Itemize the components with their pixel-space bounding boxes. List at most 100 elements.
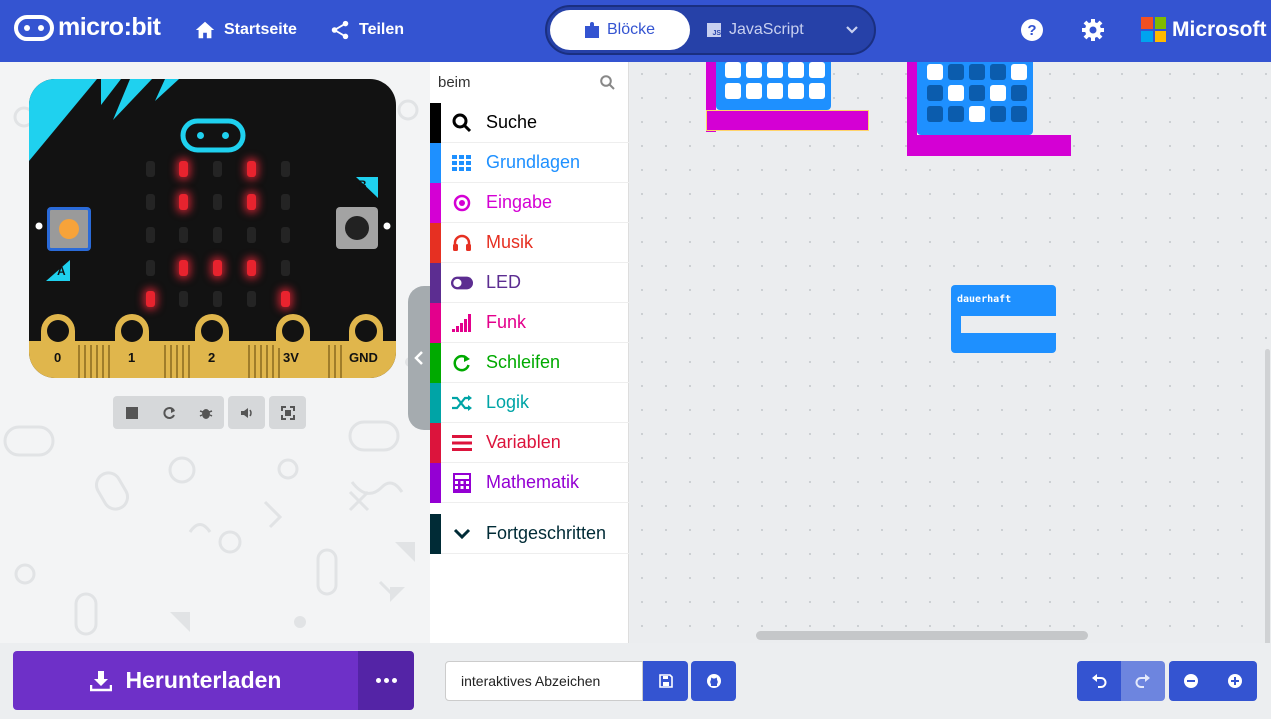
category-color-bar xyxy=(430,462,441,503)
led-cell-on[interactable] xyxy=(1011,64,1027,80)
led-on xyxy=(281,291,290,307)
microbit-logo[interactable]: micro:bit xyxy=(14,13,161,42)
blocks-workspace[interactable]: dauerhaft xyxy=(630,62,1271,643)
stop-button[interactable] xyxy=(113,396,150,429)
led-off xyxy=(213,161,222,177)
led-cell-on[interactable] xyxy=(725,83,741,99)
download-button[interactable]: Herunterladen xyxy=(13,651,358,710)
led-cell-off[interactable] xyxy=(948,106,964,122)
vertical-scrollbar[interactable] xyxy=(1265,349,1270,643)
category-color-bar xyxy=(430,222,441,263)
headphones-icon xyxy=(451,232,473,254)
led-cell-off[interactable] xyxy=(969,85,985,101)
download-icon xyxy=(89,670,112,691)
toolbox: Suche Grundlagen Eingabe Musik LED Funk … xyxy=(430,62,629,643)
partial-event-block-1[interactable] xyxy=(706,62,869,132)
led-off xyxy=(281,260,290,276)
debug-button[interactable] xyxy=(187,396,224,429)
simulator-toolbar xyxy=(113,396,306,429)
pin-label-gnd: GND xyxy=(349,350,378,365)
led-cell-off[interactable] xyxy=(1011,106,1027,122)
stop-icon xyxy=(125,406,138,419)
zoom-in-icon xyxy=(1228,674,1242,688)
undo-icon xyxy=(1092,674,1107,688)
category-variablen[interactable]: Variablen xyxy=(430,422,629,463)
gear-icon[interactable] xyxy=(1081,18,1105,42)
forever-block[interactable]: dauerhaft xyxy=(951,285,1056,353)
category-led[interactable]: LED xyxy=(430,262,629,303)
sound-button[interactable] xyxy=(228,396,265,429)
project-name-input[interactable] xyxy=(445,661,643,701)
led-cell-off[interactable] xyxy=(969,64,985,80)
tab-blocks[interactable]: Blöcke xyxy=(550,10,690,50)
share-link[interactable]: Teilen xyxy=(329,19,404,41)
led-cell-on[interactable] xyxy=(725,62,741,78)
led-cell-on[interactable] xyxy=(969,106,985,122)
javascript-icon: JS xyxy=(707,23,721,37)
toolbox-search xyxy=(430,62,629,102)
category-label: Logik xyxy=(486,392,530,412)
button-a[interactable] xyxy=(47,207,91,251)
category-musik[interactable]: Musik xyxy=(430,222,629,263)
toolbox-search-input[interactable] xyxy=(438,69,598,95)
zoom-in-button[interactable] xyxy=(1213,661,1257,701)
led-cell-off[interactable] xyxy=(927,106,943,122)
help-icon[interactable]: ? xyxy=(1020,18,1044,42)
led-cell-on[interactable] xyxy=(809,83,825,99)
download-label: Herunterladen xyxy=(125,667,282,693)
led-cell-on[interactable] xyxy=(788,62,804,78)
pin-1[interactable] xyxy=(115,314,149,348)
tab-javascript[interactable]: JS JavaScript xyxy=(707,10,827,50)
led-on xyxy=(179,260,188,276)
led-cell-on[interactable] xyxy=(948,85,964,101)
simulator-collapse-handle[interactable] xyxy=(408,286,430,430)
download-more-button[interactable] xyxy=(358,651,414,710)
zoom-out-button[interactable] xyxy=(1169,661,1213,701)
category-schleifen[interactable]: Schleifen xyxy=(430,342,629,383)
search-icon[interactable] xyxy=(600,75,615,90)
led-cell-off[interactable] xyxy=(990,106,1006,122)
led-cell-off[interactable] xyxy=(948,64,964,80)
led-cell-on[interactable] xyxy=(767,83,783,99)
target-icon xyxy=(451,192,473,214)
led-cell-on[interactable] xyxy=(746,62,762,78)
chevron-down-icon[interactable] xyxy=(844,21,860,37)
button-b-cap xyxy=(345,216,369,240)
category-suche[interactable]: Suche xyxy=(430,102,629,143)
led-cell-on[interactable] xyxy=(927,64,943,80)
category-logik[interactable]: Logik xyxy=(430,382,629,423)
category-eingabe[interactable]: Eingabe xyxy=(430,182,629,223)
category-grundlagen[interactable]: Grundlagen xyxy=(430,142,629,183)
category-funk[interactable]: Funk xyxy=(430,302,629,343)
zoom-group xyxy=(1169,661,1257,701)
led-cell-on[interactable] xyxy=(767,62,783,78)
simulator-panel: A B 0 1 2 3V GND xyxy=(0,62,430,643)
led-cell-on[interactable] xyxy=(788,83,804,99)
led-off xyxy=(213,194,222,210)
calculator-icon xyxy=(451,472,473,494)
microsoft-logo[interactable]: Microsoft xyxy=(1141,17,1267,42)
simulator-controls xyxy=(113,396,224,429)
horizontal-scrollbar[interactable] xyxy=(756,631,1088,640)
undo-button[interactable] xyxy=(1077,661,1121,701)
category-color-bar xyxy=(430,513,441,554)
led-cell-off[interactable] xyxy=(990,64,1006,80)
led-cell-on[interactable] xyxy=(746,83,762,99)
button-b[interactable] xyxy=(336,207,378,249)
led-off xyxy=(146,227,155,243)
category-fortgeschritten[interactable]: Fortgeschritten xyxy=(430,513,629,554)
github-button[interactable] xyxy=(691,661,736,701)
pin-2[interactable] xyxy=(195,314,229,348)
redo-button[interactable] xyxy=(1121,661,1165,701)
led-cell-off[interactable] xyxy=(927,85,943,101)
partial-event-block-2[interactable] xyxy=(907,62,1071,156)
led-cell-on[interactable] xyxy=(809,62,825,78)
category-mathematik[interactable]: Mathematik xyxy=(430,462,629,503)
led-cell-off[interactable] xyxy=(1011,85,1027,101)
restart-button[interactable] xyxy=(150,396,187,429)
pin-0[interactable] xyxy=(41,314,75,348)
home-link[interactable]: Startseite xyxy=(194,19,297,41)
led-cell-on[interactable] xyxy=(990,85,1006,101)
save-button[interactable] xyxy=(643,661,688,701)
fullscreen-button[interactable] xyxy=(269,396,306,429)
